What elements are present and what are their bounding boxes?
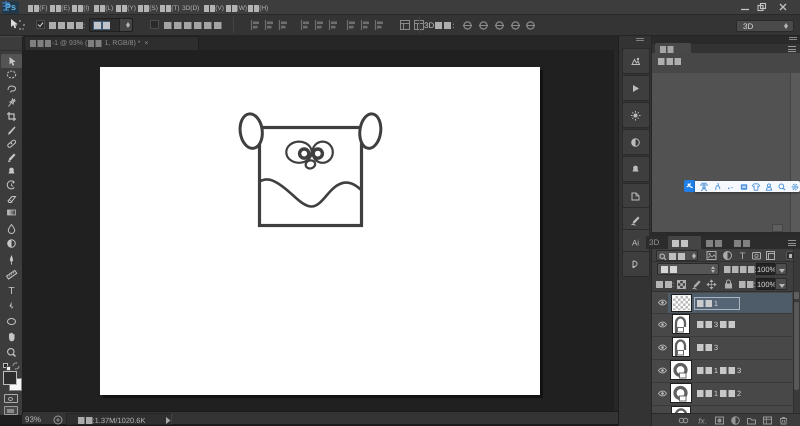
svg-text:T: T	[8, 286, 14, 297]
svg-text:T: T	[740, 251, 746, 262]
svg-text:Ai: Ai	[632, 239, 639, 248]
svg-text:fx.: fx.	[698, 417, 706, 426]
